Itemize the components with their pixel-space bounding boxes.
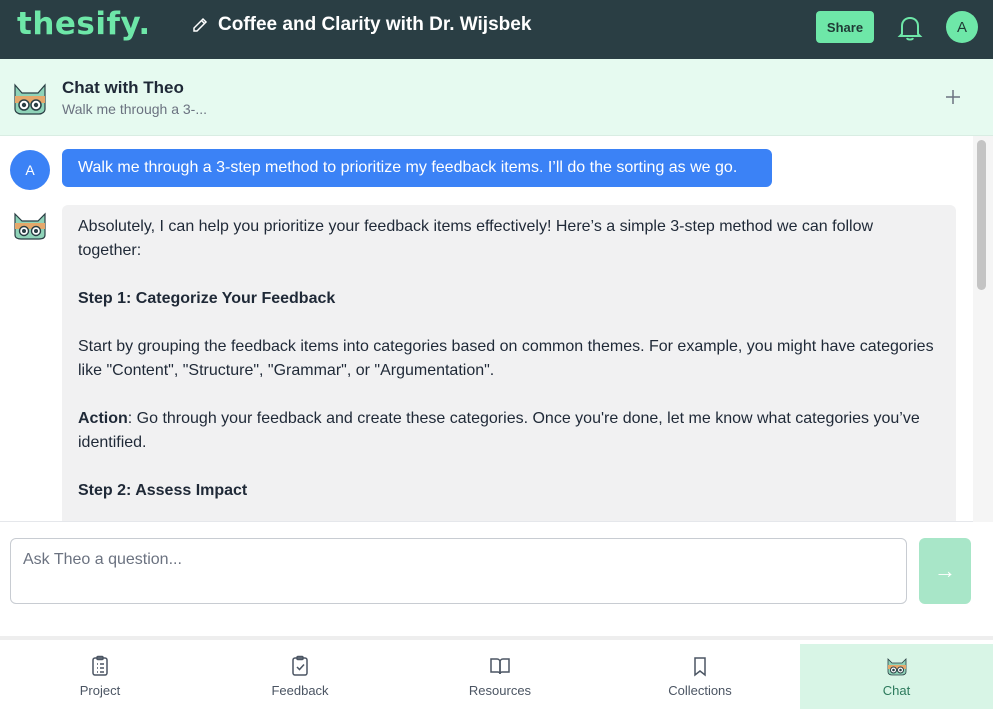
step-2-heading: Step 2: Assess Impact bbox=[78, 482, 248, 499]
user-message-avatar: A bbox=[10, 150, 50, 190]
chat-subtitle: Walk me through a 3-... bbox=[62, 101, 207, 117]
send-button[interactable]: → bbox=[919, 538, 971, 604]
book-open-icon bbox=[490, 658, 510, 675]
bottom-navigation: Project Feedback Resources Collections C… bbox=[0, 644, 993, 709]
nav-resources[interactable]: Resources bbox=[400, 644, 600, 709]
document-title-group[interactable]: Coffee and Clarity with Dr. Wijsbek bbox=[192, 14, 531, 36]
cat-icon bbox=[887, 658, 906, 676]
action-paragraph: Action: Go through your feedback and cre… bbox=[78, 407, 940, 455]
assistant-message-bubble: Absolutely, I can help you prioritize yo… bbox=[62, 205, 956, 521]
nav-project-label: Project bbox=[79, 683, 121, 698]
composer: → bbox=[0, 522, 993, 640]
bookmark-icon bbox=[694, 657, 706, 677]
nav-feedback-label: Feedback bbox=[271, 683, 329, 698]
new-chat-plus-icon[interactable] bbox=[941, 85, 965, 109]
action-body: : Go through your feedback and create th… bbox=[78, 410, 920, 451]
theo-avatar-icon bbox=[14, 212, 46, 240]
share-button[interactable]: Share bbox=[816, 11, 874, 43]
chat-title: Chat with Theo bbox=[62, 78, 184, 97]
pencil-icon[interactable] bbox=[192, 17, 208, 33]
message-list[interactable]: A Walk me through a 3-step method to pri… bbox=[0, 136, 993, 522]
nav-project[interactable]: Project bbox=[0, 644, 200, 709]
assistant-intro: Absolutely, I can help you prioritize yo… bbox=[78, 218, 874, 259]
nav-chat[interactable]: Chat bbox=[800, 644, 993, 709]
step-1-heading: Step 1: Categorize Your Feedback bbox=[78, 290, 336, 307]
chat-header: Chat with Theo Walk me through a 3-... bbox=[0, 59, 993, 136]
nav-collections[interactable]: Collections bbox=[600, 644, 800, 709]
user-avatar[interactable]: A bbox=[946, 11, 978, 43]
question-input[interactable] bbox=[10, 538, 907, 604]
clipboard-list-icon bbox=[92, 655, 108, 676]
top-header: thesify. Coffee and Clarity with Dr. Wij… bbox=[0, 0, 993, 59]
arrow-right-icon: → bbox=[934, 558, 956, 583]
user-message-bubble: Walk me through a 3-step method to prior… bbox=[62, 149, 772, 187]
nav-resources-label: Resources bbox=[468, 683, 532, 698]
bell-icon[interactable] bbox=[897, 14, 923, 42]
document-title: Coffee and Clarity with Dr. Wijsbek bbox=[218, 14, 532, 35]
thesify-logo[interactable]: thesify. bbox=[17, 6, 151, 42]
scrollbar-thumb[interactable] bbox=[977, 140, 986, 290]
nav-chat-label: Chat bbox=[882, 683, 911, 698]
theo-cat-icon bbox=[14, 83, 46, 115]
step-1-body: Start by grouping the feedback items int… bbox=[78, 338, 934, 379]
action-label: Action bbox=[78, 410, 128, 427]
clipboard-check-icon bbox=[292, 655, 308, 676]
nav-collections-label: Collections bbox=[668, 683, 732, 698]
nav-feedback[interactable]: Feedback bbox=[200, 644, 400, 709]
